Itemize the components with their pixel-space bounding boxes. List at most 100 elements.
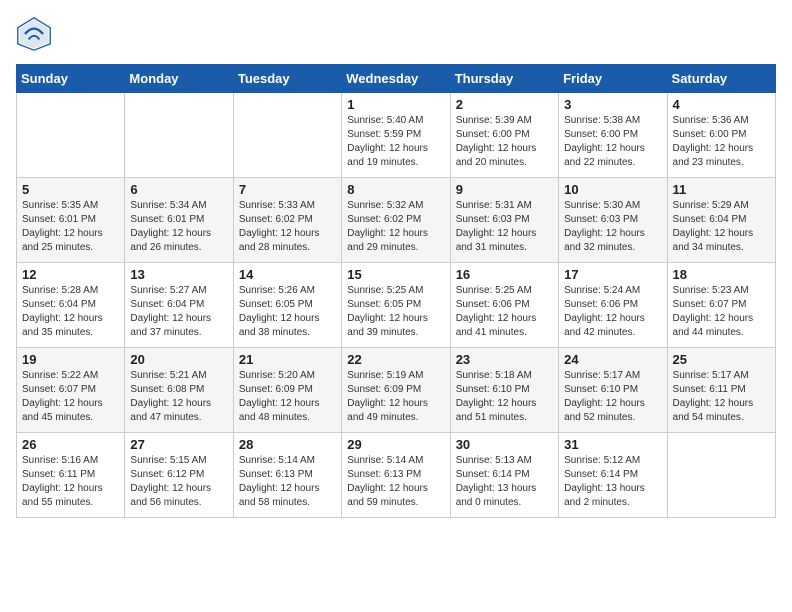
day-number: 28 (239, 437, 336, 452)
calendar-cell: 20 Sunrise: 5:21 AM Sunset: 6:08 PM Dayli… (125, 348, 233, 433)
day-number: 8 (347, 182, 444, 197)
calendar-cell: 16 Sunrise: 5:25 AM Sunset: 6:06 PM Dayli… (450, 263, 558, 348)
day-info: Sunrise: 5:17 AM Sunset: 6:10 PM Dayligh… (564, 369, 661, 425)
day-number: 24 (564, 352, 661, 367)
day-number: 4 (673, 97, 770, 112)
calendar-cell: 8 Sunrise: 5:32 AM Sunset: 6:02 PM Daylig… (342, 178, 450, 263)
calendar-cell: 31 Sunrise: 5:12 AM Sunset: 6:14 PM Dayli… (559, 433, 667, 518)
day-info: Sunrise: 5:30 AM Sunset: 6:03 PM Dayligh… (564, 199, 661, 255)
day-info: Sunrise: 5:14 AM Sunset: 6:13 PM Dayligh… (347, 454, 444, 510)
calendar-cell: 2Sunrise: 5:39 AM Sunset: 6:00 PM Daylig… (450, 93, 558, 178)
calendar-week-row: 26 Sunrise: 5:16 AM Sunset: 6:11 PM Dayli… (17, 433, 776, 518)
calendar-cell: 26 Sunrise: 5:16 AM Sunset: 6:11 PM Dayli… (17, 433, 125, 518)
day-info: Sunrise: 5:17 AM Sunset: 6:11 PM Dayligh… (673, 369, 770, 425)
day-info: Sunrise: 5:24 AM Sunset: 6:06 PM Dayligh… (564, 284, 661, 340)
day-info: Sunrise: 5:12 AM Sunset: 6:14 PM Dayligh… (564, 454, 661, 510)
calendar-cell: 7 Sunrise: 5:33 AM Sunset: 6:02 PM Daylig… (233, 178, 341, 263)
day-info: Sunrise: 5:36 AM Sunset: 6:00 PM Dayligh… (673, 114, 770, 170)
day-number: 10 (564, 182, 661, 197)
day-number: 23 (456, 352, 553, 367)
day-number: 30 (456, 437, 553, 452)
day-number: 18 (673, 267, 770, 282)
calendar-cell: 24 Sunrise: 5:17 AM Sunset: 6:10 PM Dayli… (559, 348, 667, 433)
day-number: 27 (130, 437, 227, 452)
day-number: 26 (22, 437, 119, 452)
calendar-cell: 27 Sunrise: 5:15 AM Sunset: 6:12 PM Dayli… (125, 433, 233, 518)
day-info: Sunrise: 5:20 AM Sunset: 6:09 PM Dayligh… (239, 369, 336, 425)
calendar-cell: 28Sunrise: 5:14 AM Sunset: 6:13 PM Dayli… (233, 433, 341, 518)
calendar-cell: 23 Sunrise: 5:18 AM Sunset: 6:10 PM Dayli… (450, 348, 558, 433)
calendar-cell: 18 Sunrise: 5:23 AM Sunset: 6:07 PM Dayli… (667, 263, 775, 348)
calendar-cell: 29 Sunrise: 5:14 AM Sunset: 6:13 PM Dayli… (342, 433, 450, 518)
day-info: Sunrise: 5:32 AM Sunset: 6:02 PM Dayligh… (347, 199, 444, 255)
day-info: Sunrise: 5:22 AM Sunset: 6:07 PM Dayligh… (22, 369, 119, 425)
day-info: Sunrise: 5:18 AM Sunset: 6:10 PM Dayligh… (456, 369, 553, 425)
day-info: Sunrise: 5:25 AM Sunset: 6:06 PM Dayligh… (456, 284, 553, 340)
calendar-cell: 19 Sunrise: 5:22 AM Sunset: 6:07 PM Dayli… (17, 348, 125, 433)
day-number: 17 (564, 267, 661, 282)
page-header (16, 16, 776, 52)
column-header-saturday: Saturday (667, 65, 775, 93)
column-header-friday: Friday (559, 65, 667, 93)
day-number: 5 (22, 182, 119, 197)
calendar-cell: 22 Sunrise: 5:19 AM Sunset: 6:09 PM Dayli… (342, 348, 450, 433)
calendar-cell: 30 Sunrise: 5:13 AM Sunset: 6:14 PM Dayli… (450, 433, 558, 518)
day-number: 21 (239, 352, 336, 367)
day-info: Sunrise: 5:19 AM Sunset: 6:09 PM Dayligh… (347, 369, 444, 425)
day-info: Sunrise: 5:16 AM Sunset: 6:11 PM Dayligh… (22, 454, 119, 510)
calendar-table: SundayMondayTuesdayWednesdayThursdayFrid… (16, 64, 776, 518)
calendar-cell: 1Sunrise: 5:40 AM Sunset: 5:59 PM Daylig… (342, 93, 450, 178)
column-header-thursday: Thursday (450, 65, 558, 93)
calendar-cell: 11Sunrise: 5:29 AM Sunset: 6:04 PM Dayli… (667, 178, 775, 263)
column-header-wednesday: Wednesday (342, 65, 450, 93)
day-info: Sunrise: 5:33 AM Sunset: 6:02 PM Dayligh… (239, 199, 336, 255)
day-info: Sunrise: 5:38 AM Sunset: 6:00 PM Dayligh… (564, 114, 661, 170)
day-info: Sunrise: 5:23 AM Sunset: 6:07 PM Dayligh… (673, 284, 770, 340)
day-info: Sunrise: 5:28 AM Sunset: 6:04 PM Dayligh… (22, 284, 119, 340)
logo (16, 16, 58, 52)
day-number: 16 (456, 267, 553, 282)
day-info: Sunrise: 5:31 AM Sunset: 6:03 PM Dayligh… (456, 199, 553, 255)
calendar-cell: 15Sunrise: 5:25 AM Sunset: 6:05 PM Dayli… (342, 263, 450, 348)
day-info: Sunrise: 5:34 AM Sunset: 6:01 PM Dayligh… (130, 199, 227, 255)
day-number: 15 (347, 267, 444, 282)
calendar-cell: 12 Sunrise: 5:28 AM Sunset: 6:04 PM Dayli… (17, 263, 125, 348)
calendar-cell: 9 Sunrise: 5:31 AM Sunset: 6:03 PM Daylig… (450, 178, 558, 263)
day-number: 3 (564, 97, 661, 112)
calendar-cell: 3 Sunrise: 5:38 AM Sunset: 6:00 PM Daylig… (559, 93, 667, 178)
day-info: Sunrise: 5:13 AM Sunset: 6:14 PM Dayligh… (456, 454, 553, 510)
day-number: 20 (130, 352, 227, 367)
calendar-cell: 21 Sunrise: 5:20 AM Sunset: 6:09 PM Dayli… (233, 348, 341, 433)
calendar-cell: 25 Sunrise: 5:17 AM Sunset: 6:11 PM Dayli… (667, 348, 775, 433)
calendar-week-row: 19 Sunrise: 5:22 AM Sunset: 6:07 PM Dayli… (17, 348, 776, 433)
calendar-cell: 4 Sunrise: 5:36 AM Sunset: 6:00 PM Daylig… (667, 93, 775, 178)
calendar-cell: 14 Sunrise: 5:26 AM Sunset: 6:05 PM Dayli… (233, 263, 341, 348)
calendar-cell: 5Sunrise: 5:35 AM Sunset: 6:01 PM Daylig… (17, 178, 125, 263)
day-number: 22 (347, 352, 444, 367)
calendar-cell (667, 433, 775, 518)
day-number: 19 (22, 352, 119, 367)
calendar-cell: 6 Sunrise: 5:34 AM Sunset: 6:01 PM Daylig… (125, 178, 233, 263)
calendar-header-row: SundayMondayTuesdayWednesdayThursdayFrid… (17, 65, 776, 93)
day-info: Sunrise: 5:26 AM Sunset: 6:05 PM Dayligh… (239, 284, 336, 340)
day-info: Sunrise: 5:21 AM Sunset: 6:08 PM Dayligh… (130, 369, 227, 425)
calendar-cell (17, 93, 125, 178)
logo-icon (16, 16, 52, 52)
day-number: 6 (130, 182, 227, 197)
day-number: 12 (22, 267, 119, 282)
calendar-week-row: 12 Sunrise: 5:28 AM Sunset: 6:04 PM Dayli… (17, 263, 776, 348)
day-number: 9 (456, 182, 553, 197)
day-number: 29 (347, 437, 444, 452)
calendar-cell (233, 93, 341, 178)
column-header-sunday: Sunday (17, 65, 125, 93)
day-number: 31 (564, 437, 661, 452)
day-info: Sunrise: 5:15 AM Sunset: 6:12 PM Dayligh… (130, 454, 227, 510)
calendar-week-row: 1Sunrise: 5:40 AM Sunset: 5:59 PM Daylig… (17, 93, 776, 178)
day-number: 25 (673, 352, 770, 367)
column-header-monday: Monday (125, 65, 233, 93)
day-info: Sunrise: 5:39 AM Sunset: 6:00 PM Dayligh… (456, 114, 553, 170)
day-number: 13 (130, 267, 227, 282)
day-number: 14 (239, 267, 336, 282)
day-number: 7 (239, 182, 336, 197)
column-header-tuesday: Tuesday (233, 65, 341, 93)
